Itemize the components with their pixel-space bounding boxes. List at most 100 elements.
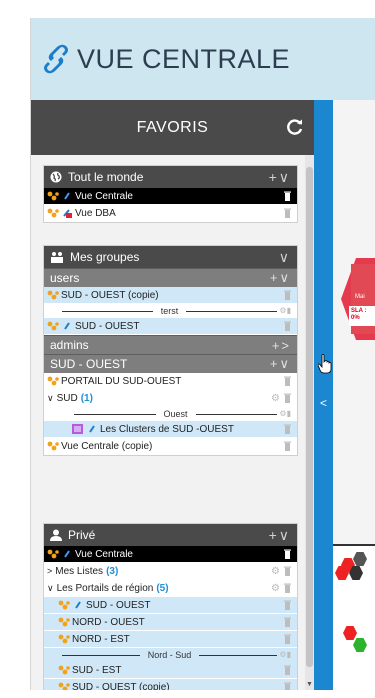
list-item-region-nord-est[interactable]: NORD - EST [44, 631, 297, 648]
group-sud-ouest-header[interactable]: SUD - OUEST +∨ [44, 354, 297, 373]
list-item-label: SUD - OUEST [86, 599, 151, 611]
section-everyone-header[interactable]: Tout le monde +∨ [44, 166, 297, 188]
trash-icon[interactable] [284, 376, 291, 386]
trash-icon[interactable] [284, 290, 291, 300]
section-groups: Mes groupes ∨ users +∨ SUD - OUEST (copi… [43, 245, 298, 456]
trash-icon[interactable] [284, 665, 291, 675]
group-users-actions[interactable]: +∨ [270, 270, 291, 286]
globe-icon [50, 171, 62, 183]
chevron-down-icon[interactable]: ∨ [47, 583, 54, 594]
folder-sud[interactable]: ∨ SUD (1) ⚙ [44, 390, 297, 407]
trash-icon[interactable] [284, 583, 291, 593]
trash-icon[interactable] [284, 393, 291, 403]
group-admins-actions[interactable]: +> [272, 338, 291, 353]
gear-icon[interactable]: ⚙▮ [279, 306, 291, 315]
refresh-icon[interactable] [286, 118, 304, 136]
list-item-vue-centrale-copie[interactable]: Vue Centrale (copie) [44, 438, 297, 455]
separator-ouest: Ouest ⚙▮ [44, 407, 297, 421]
hex-node[interactable] [343, 626, 357, 640]
main-canvas[interactable]: Mai SLA : 0% [333, 100, 375, 690]
views-icon [47, 208, 59, 218]
separator-label: terst [160, 306, 179, 316]
node-label: Mai [355, 294, 365, 300]
list-item-vue-centrale[interactable]: Vue Centrale [44, 188, 297, 205]
section-private-header[interactable]: Privé +∨ [44, 524, 297, 546]
hex-panel [333, 546, 375, 690]
list-item-region-sud-est[interactable]: SUD - EST [44, 662, 297, 679]
section-private-actions[interactable]: +∨ [269, 527, 291, 544]
gear-icon[interactable]: ⚙ [271, 566, 280, 577]
section-everyone-title: Tout le monde [68, 170, 144, 184]
group-sud-ouest-actions[interactable]: +∨ [270, 356, 291, 372]
group-admins-header[interactable]: admins +> [44, 335, 297, 354]
list-item-region-sud-ouest[interactable]: SUD - OUEST [44, 597, 297, 614]
gear-icon[interactable]: ⚙ [271, 393, 280, 404]
section-groups-header[interactable]: Mes groupes ∨ [44, 246, 297, 268]
list-item-vue-dba[interactable]: Vue DBA [44, 205, 297, 222]
list-item-sud-ouest[interactable]: SUD - OUEST [44, 318, 297, 335]
group-users-header[interactable]: users +∨ [44, 268, 297, 287]
separator-label: Nord - Sud [147, 650, 192, 660]
lock-link-icon [63, 209, 72, 218]
group-sud-ouest-label: SUD - OUEST [50, 357, 128, 371]
chevron-down-icon[interactable]: ∨ [47, 393, 54, 404]
views-icon [47, 441, 59, 451]
folder-mes-listes[interactable]: > Mes Listes (3) ⚙ [44, 563, 297, 580]
list-item-label: NORD - EST [72, 633, 130, 645]
trash-icon[interactable] [284, 321, 291, 331]
favorites-list[interactable]: Tout le monde +∨ Vue Centrale Vue DBA Me… [31, 155, 314, 690]
scroll-down-arrow-icon[interactable]: ▼ [306, 681, 313, 688]
views-icon [47, 549, 59, 559]
list-item-label: SUD - OUEST [75, 320, 140, 332]
sla-label: SLA : [351, 308, 367, 314]
list-item-region-sud-ouest-copie[interactable]: SUD - OUEST (copie) [44, 679, 297, 690]
list-item-vue-centrale-private[interactable]: Vue Centrale [44, 546, 297, 563]
views-icon [47, 191, 59, 201]
trash-icon[interactable] [284, 549, 291, 559]
gear-icon[interactable]: ⚙▮ [279, 409, 291, 418]
trash-icon[interactable] [284, 424, 291, 434]
link-icon [75, 601, 81, 609]
section-everyone-actions[interactable]: +∨ [269, 169, 291, 186]
views-icon [58, 634, 70, 644]
sla-badge: SLA : 0% [349, 306, 375, 326]
link-logo-icon[interactable] [43, 44, 69, 74]
folder-portails[interactable]: ∨ Les Portails de région (5) ⚙ [44, 580, 297, 597]
trash-icon[interactable] [284, 191, 291, 201]
views-icon [58, 617, 70, 627]
group-users-label: users [50, 271, 80, 285]
list-item-label: SUD - OUEST (copie) [72, 681, 170, 691]
list-item-region-nord-ouest[interactable]: NORD - OUEST [44, 614, 297, 631]
gear-icon[interactable]: ⚙▮ [279, 650, 291, 659]
user-icon [50, 529, 62, 541]
hex-node[interactable] [353, 552, 367, 566]
link-icon [64, 192, 70, 200]
list-item-portail[interactable]: PORTAIL DU SUD-OUEST [44, 373, 297, 390]
sidebar-scrollbar[interactable]: ▼ [305, 155, 314, 690]
list-item-label: Les Clusters de SUD -OUEST [100, 423, 234, 435]
link-icon [64, 322, 70, 330]
app-title: VUE CENTRALE [77, 43, 291, 74]
trash-icon[interactable] [284, 617, 291, 627]
chevron-left-icon[interactable]: < [320, 396, 327, 410]
gear-icon[interactable]: ⚙ [271, 583, 280, 594]
sidebar-toggle-bar[interactable]: < [314, 100, 333, 690]
hex-node[interactable] [353, 638, 367, 652]
list-icon [72, 424, 83, 434]
trash-icon[interactable] [284, 682, 291, 690]
scrollbar-thumb[interactable] [306, 167, 313, 667]
group-icon [51, 252, 63, 263]
trash-icon[interactable] [284, 208, 291, 218]
list-item-clusters[interactable]: Les Clusters de SUD -OUEST [44, 421, 297, 438]
link-icon [89, 425, 95, 433]
list-item-label: PORTAIL DU SUD-OUEST [61, 375, 182, 387]
chevron-right-icon[interactable]: > [47, 566, 52, 576]
trash-icon[interactable] [284, 441, 291, 451]
trash-icon[interactable] [284, 566, 291, 576]
favorites-sidebar: FAVORIS Tout le monde +∨ Vue Centrale Vu… [31, 100, 314, 690]
list-item-sud-ouest-copie[interactable]: SUD - OUEST (copie) [44, 287, 297, 304]
trash-icon[interactable] [284, 634, 291, 644]
section-private: Privé +∨ Vue Centrale > Mes Listes (3) ⚙ [43, 523, 298, 690]
section-groups-actions[interactable]: ∨ [279, 249, 291, 266]
trash-icon[interactable] [284, 600, 291, 610]
